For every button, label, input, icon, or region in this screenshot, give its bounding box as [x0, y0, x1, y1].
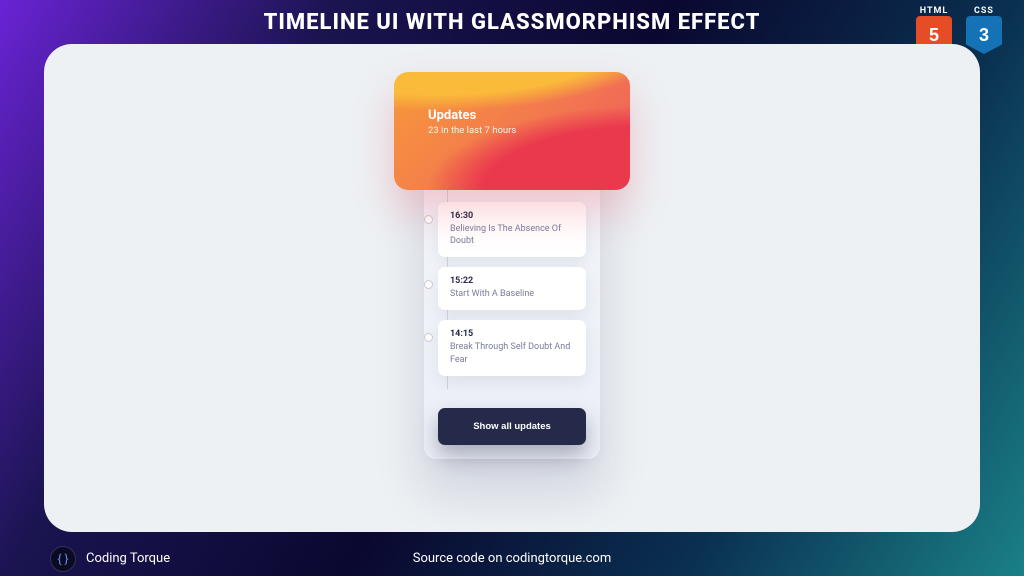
css3-icon: 3 [966, 16, 1002, 54]
html-badge-label: HTML [920, 6, 949, 16]
preview-canvas: Updates 23 in the last 7 hours 16:30 Bel… [44, 44, 980, 532]
timeline-widget: Updates 23 in the last 7 hours 16:30 Bel… [418, 72, 606, 532]
timeline-item-label: Start With A Baseline [450, 288, 576, 300]
page-title: TIMELINE UI WITH GLASSMORPHISM EFFECT [0, 0, 1024, 35]
footer: { } Coding Torque Source code on codingt… [0, 551, 1024, 566]
updates-header-card: Updates 23 in the last 7 hours [394, 72, 630, 190]
timeline-item-label: Believing Is The Absence Of Doubt [450, 223, 576, 247]
timeline-item[interactable]: 14:15 Break Through Self Doubt And Fear [438, 320, 586, 375]
timeline-item-time: 15:22 [450, 276, 576, 286]
timeline-item-time: 16:30 [450, 211, 576, 221]
show-all-button[interactable]: Show all updates [438, 408, 586, 445]
timeline-body: 16:30 Believing Is The Absence Of Doubt … [424, 150, 600, 459]
timeline-item-time: 14:15 [450, 329, 576, 339]
css-badge: CSS 3 [964, 6, 1004, 54]
updates-subtitle: 23 in the last 7 hours [428, 125, 630, 136]
timeline-item[interactable]: 16:30 Believing Is The Absence Of Doubt [438, 202, 586, 257]
footer-credit-text: Coding Torque [86, 551, 170, 566]
brand-icon: { } [50, 546, 76, 572]
footer-credit: { } Coding Torque [50, 546, 170, 572]
timeline-item-label: Break Through Self Doubt And Fear [450, 341, 576, 365]
timeline-item[interactable]: 15:22 Start With A Baseline [438, 267, 586, 310]
timeline-items: 16:30 Believing Is The Absence Of Doubt … [438, 202, 586, 376]
css-badge-label: CSS [974, 6, 994, 16]
updates-title: Updates [428, 108, 630, 123]
